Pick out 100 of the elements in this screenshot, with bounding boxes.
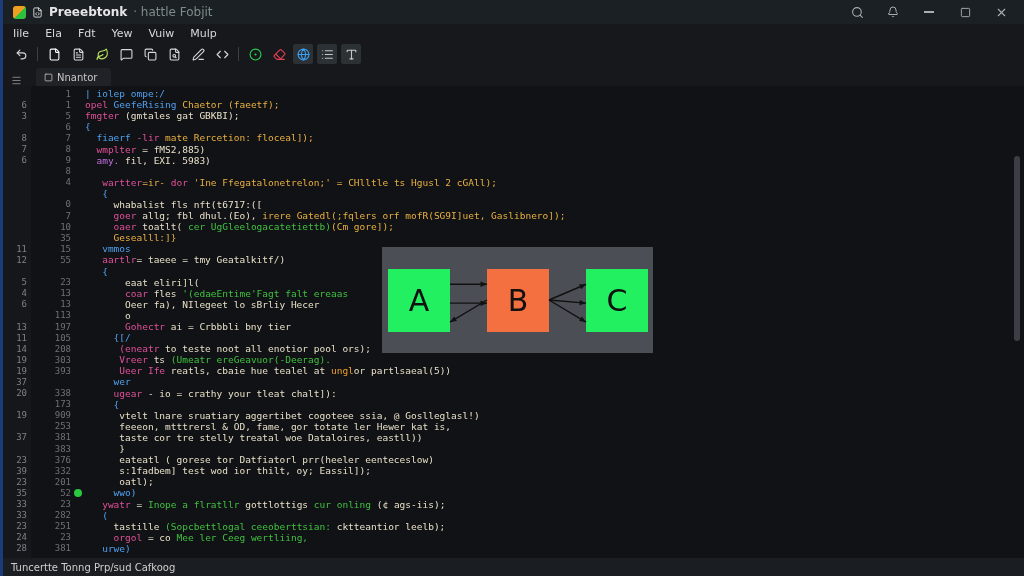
code-line: taste cor tre stelly treatal woe Dataloires, eastll)): [118, 431, 423, 443]
eraser-icon: [272, 47, 286, 61]
line-number: 909: [54, 410, 71, 421]
maximize-icon: [959, 6, 971, 18]
line-number: 12: [16, 254, 27, 265]
line-number: 8: [21, 132, 27, 143]
line-number: 338: [54, 388, 71, 399]
text-icon: [344, 47, 358, 61]
document-icon: [71, 47, 85, 61]
status-text: Tuncertte Tonng Prp/sud Cafkoog: [11, 561, 176, 573]
editor-tab[interactable]: Nnantor: [36, 68, 112, 86]
code-line: Gesealll:]}: [112, 232, 177, 244]
diagram-node: C: [586, 268, 648, 332]
line-number: 23: [60, 499, 71, 509]
line-number: 3: [21, 110, 27, 121]
line-number: 251: [54, 521, 71, 532]
code-line: Gohectr ai = Crbbbli bny tier: [124, 321, 291, 332]
code-line: feeeon, mtttrersl & OD, fame, gor totate ler Hewer kat is,: [118, 420, 452, 432]
code-line: {: [85, 121, 91, 133]
list-button[interactable]: [317, 44, 337, 64]
window-subtitle: · hattle Fobjit: [133, 5, 213, 19]
line-number: 6: [21, 99, 27, 110]
line-number: 201: [54, 476, 71, 487]
globe-icon: [296, 47, 310, 61]
comment-icon: [119, 47, 133, 61]
line-number: 393: [54, 365, 71, 376]
square-icon: [44, 72, 53, 82]
globe-button[interactable]: [293, 44, 313, 64]
menu-item[interactable]: Yew: [109, 26, 135, 40]
code-line: ywatr = Inope a flratllr gottlottigs cur onling (¢ ags-iis);: [101, 498, 446, 510]
line-number: 383: [54, 443, 71, 454]
code-line: goer allg; fbl dhul.(Eo), irere Gatedl(;fqlers orf mofR(SG9I]uet, Gaslibnero]);: [112, 210, 566, 222]
line-number: 11: [16, 332, 27, 343]
line-number: 197: [54, 321, 71, 332]
code-line: (: [101, 509, 108, 521]
code-line: {: [101, 265, 108, 277]
code-line: {: [101, 187, 108, 199]
line-number: 113: [54, 310, 71, 321]
menu-item[interactable]: Mulp: [188, 26, 219, 40]
line-number: 52: [60, 487, 71, 498]
code-line: amy. fil, EXI. 5983): [95, 154, 211, 166]
code-line: Ueer Ife reatls, cbaie hue tealel at unglor partlsaeal(5)): [118, 365, 452, 377]
line-number: 11: [16, 243, 27, 254]
code-line: {[/: [112, 332, 131, 344]
line-number: 6: [21, 299, 27, 310]
diagram-node: A: [388, 268, 450, 332]
code-line: wwo): [112, 487, 137, 499]
code-line: tastille (Sopcbettlogal ceeoberttsian: cktteantior leelb);: [112, 520, 446, 532]
code-line: vmmos: [101, 243, 131, 255]
line-number: 19: [16, 365, 27, 376]
line-number: 376: [54, 454, 71, 465]
text-button[interactable]: [341, 44, 361, 64]
menu-item[interactable]: Iile: [11, 26, 32, 40]
line-number: 33: [16, 510, 27, 521]
code-line: s:1fadbem] test wod ior thilt, oy; Eassil]);: [118, 465, 371, 477]
line-number: 24: [16, 532, 27, 543]
line-number: 23: [60, 532, 71, 543]
menu-item[interactable]: Fdt: [75, 26, 98, 40]
code-line: }: [118, 443, 126, 455]
line-number: 13: [60, 299, 71, 310]
diagram-node: B: [487, 268, 549, 332]
line-number: 8: [65, 144, 71, 154]
file-search-icon: [167, 47, 181, 61]
copy-icon: [143, 47, 157, 61]
line-number: 15: [60, 243, 71, 254]
line-number: 19: [16, 354, 27, 365]
scrollbar-thumb[interactable]: [1014, 156, 1020, 341]
code-line: oaer toatlt( cer UgGleelogacatetiettb)(Cm gore]);: [112, 221, 394, 233]
line-number: 4: [65, 177, 71, 188]
arrow: [449, 281, 488, 287]
line-number: 33: [16, 499, 27, 509]
code-line: orgol = co Mee ler Ceeg wertliing,: [112, 531, 309, 543]
edit-icon: [191, 47, 205, 61]
line-number: 55: [60, 254, 71, 265]
app-logo-icon: [13, 5, 26, 19]
line-number: 35: [16, 487, 27, 498]
window-title: Preeebtonk: [49, 5, 128, 19]
menu-item[interactable]: Ela: [43, 26, 64, 40]
line-number: 4: [21, 288, 27, 299]
line-number: 8: [65, 166, 71, 177]
line-number: 23: [16, 476, 27, 487]
code-line: Oeer fa), NIlegeet lo sBrliy Hecer: [124, 298, 320, 310]
new-file-icon: [47, 47, 61, 61]
menu-item[interactable]: Vuiw: [146, 26, 177, 40]
line-number: 23: [16, 521, 27, 532]
line-number: 7: [21, 144, 27, 154]
line-number: 1: [65, 99, 71, 110]
menu-icon[interactable]: [11, 75, 22, 86]
breakpoint-dot[interactable]: [74, 488, 82, 497]
code-line: o: [124, 309, 131, 321]
line-number: 9: [65, 155, 71, 166]
line-number: 105: [54, 332, 71, 343]
line-number: 253: [54, 421, 71, 432]
code-line: fmgter (gmtales gat GBKBI);: [85, 110, 240, 122]
code-line: {: [112, 398, 120, 410]
code-line: wartter=ir- dor 'Ine Ffegatalonetrelon;' = CHlltle ts Hgusl 2 cGAll);: [101, 176, 497, 188]
code-line: ugear - io = crathy your tleat chalt]):: [112, 387, 337, 399]
line-number: 5: [21, 277, 27, 288]
line-number: 5: [65, 110, 71, 121]
code-line: whabalist fls nft(t6717:([: [112, 199, 263, 210]
